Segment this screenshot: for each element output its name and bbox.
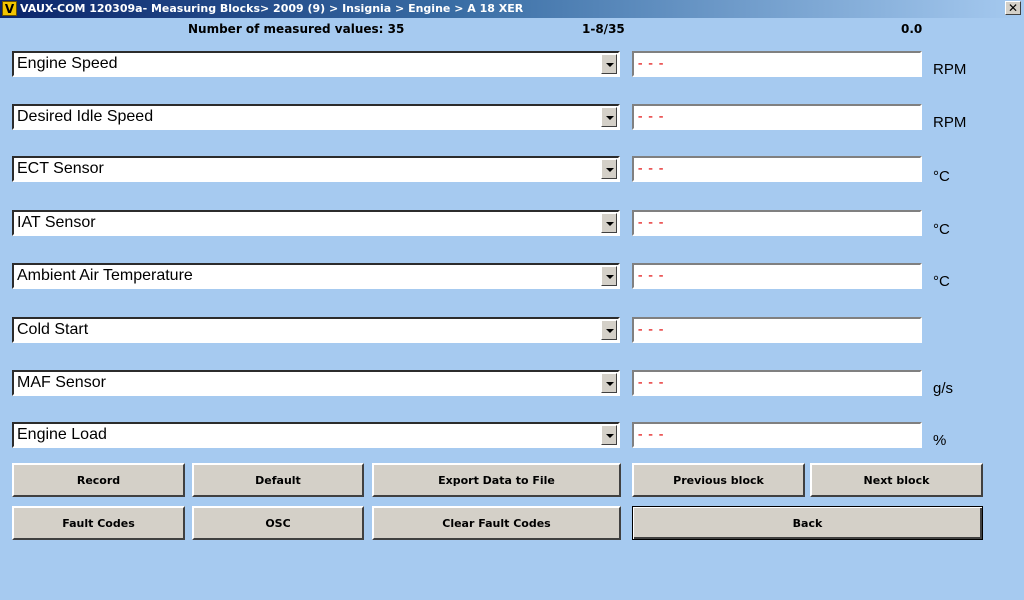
osc-button[interactable]: OSC — [192, 506, 364, 540]
measure-unit-4: °C — [933, 221, 950, 238]
measure-value-text: --- — [636, 268, 668, 284]
measure-name: MAF Sensor — [17, 374, 106, 391]
measure-value-text: --- — [636, 375, 668, 391]
measure-unit-2: RPM — [933, 114, 967, 131]
measure-name: Engine Load — [17, 426, 107, 443]
measure-value-text: --- — [636, 56, 668, 72]
next-block-button[interactable]: Next block — [810, 463, 983, 497]
measure-select-3[interactable]: ECT Sensor — [12, 156, 620, 182]
measure-select-6[interactable]: Cold Start — [12, 317, 620, 343]
measure-unit-7: g/s — [933, 380, 954, 397]
measure-value-text: --- — [636, 109, 668, 125]
measure-value-7: --- — [632, 370, 922, 396]
measure-unit-1: RPM — [933, 61, 967, 78]
measure-select-1[interactable]: Engine Speed — [12, 51, 620, 77]
measure-value-1: --- — [632, 51, 922, 77]
measure-unit-8: % — [933, 432, 947, 449]
chevron-down-icon[interactable] — [601, 425, 617, 445]
measure-name: Desired Idle Speed — [17, 108, 154, 125]
chevron-down-icon[interactable] — [601, 266, 617, 286]
measure-value-text: --- — [636, 215, 668, 231]
measure-select-8[interactable]: Engine Load — [12, 422, 620, 448]
measure-name: Cold Start — [17, 321, 89, 338]
measure-select-4[interactable]: IAT Sensor — [12, 210, 620, 236]
chevron-down-icon[interactable] — [601, 107, 617, 127]
measure-select-7[interactable]: MAF Sensor — [12, 370, 620, 396]
record-button[interactable]: Record — [12, 463, 185, 497]
measure-value-2: --- — [632, 104, 922, 130]
fault-codes-button[interactable]: Fault Codes — [12, 506, 185, 540]
chevron-down-icon[interactable] — [601, 213, 617, 233]
measure-name: Engine Speed — [17, 55, 118, 72]
chevron-down-icon[interactable] — [601, 320, 617, 340]
previous-block-button[interactable]: Previous block — [632, 463, 805, 497]
vauxcom-app-icon: V — [2, 1, 17, 16]
measure-select-2[interactable]: Desired Idle Speed — [12, 104, 620, 130]
measure-value-4: --- — [632, 210, 922, 236]
measure-value-text: --- — [636, 322, 668, 338]
close-icon[interactable]: ✕ — [1005, 1, 1021, 15]
window-title: VAUX-COM 120309a- Measuring Blocks> 2009… — [20, 2, 524, 15]
measure-value-5: --- — [632, 263, 922, 289]
measure-name: IAT Sensor — [17, 214, 96, 231]
back-button[interactable]: Back — [632, 506, 983, 540]
measure-unit-3: °C — [933, 168, 950, 185]
measured-values-count: Number of measured values: 35 — [188, 22, 405, 36]
measure-name: Ambient Air Temperature — [17, 267, 193, 284]
measure-value-3: --- — [632, 156, 922, 182]
elapsed-time: 0.0 — [901, 22, 923, 36]
measure-value-6: --- — [632, 317, 922, 343]
measure-value-text: --- — [636, 161, 668, 177]
chevron-down-icon[interactable] — [601, 54, 617, 74]
measure-value-8: --- — [632, 422, 922, 448]
clear-fault-codes-button[interactable]: Clear Fault Codes — [372, 506, 621, 540]
measure-name: ECT Sensor — [17, 160, 104, 177]
measure-select-5[interactable]: Ambient Air Temperature — [12, 263, 620, 289]
block-range: 1-8/35 — [582, 22, 625, 36]
measure-value-text: --- — [636, 427, 668, 443]
chevron-down-icon[interactable] — [601, 373, 617, 393]
export-data-button[interactable]: Export Data to File — [372, 463, 621, 497]
measure-unit-5: °C — [933, 273, 950, 290]
title-bar: V VAUX-COM 120309a- Measuring Blocks> 20… — [0, 0, 1024, 18]
chevron-down-icon[interactable] — [601, 159, 617, 179]
default-button[interactable]: Default — [192, 463, 364, 497]
